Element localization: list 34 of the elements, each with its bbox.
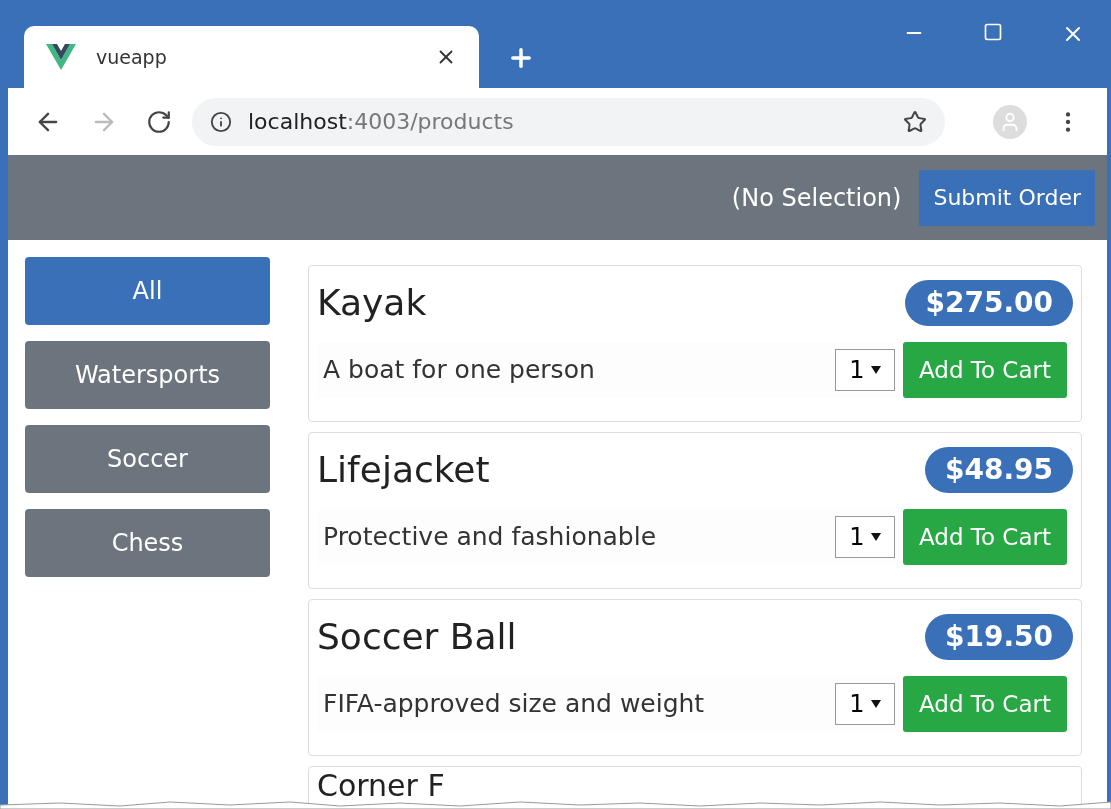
- url-text: localhost:4003/products: [248, 108, 515, 136]
- caret-icon: [870, 366, 881, 374]
- category-button[interactable]: All: [25, 257, 270, 325]
- price-badge: $19.50: [924, 614, 1073, 660]
- category-button[interactable]: Watersports: [25, 341, 270, 409]
- product-name: Kayak: [317, 281, 427, 325]
- quantity-select[interactable]: 1: [835, 683, 895, 725]
- category-button[interactable]: Soccer: [25, 425, 270, 493]
- reload-icon[interactable]: [146, 108, 172, 135]
- product-name: Soccer Ball: [317, 615, 517, 659]
- info-icon: [210, 110, 232, 133]
- add-to-cart-button[interactable]: Add To Cart: [903, 342, 1067, 398]
- add-to-cart-button[interactable]: Add To Cart: [903, 509, 1067, 565]
- browser-tab[interactable]: vueapp: [24, 26, 479, 88]
- address-bar[interactable]: localhost:4003/products: [192, 97, 945, 146]
- v-logo-icon: [46, 44, 76, 70]
- submit-order-button[interactable]: Submit Order: [919, 169, 1095, 226]
- product-description: A boat for one person: [323, 354, 596, 387]
- price-badge: $275.00: [905, 280, 1073, 326]
- add-to-cart-button[interactable]: Add To Cart: [903, 676, 1067, 732]
- caret-icon: [870, 533, 881, 541]
- caret-icon: [870, 700, 881, 708]
- bookmark-star-icon[interactable]: [903, 109, 927, 134]
- product-description: Protective and fashionable: [323, 521, 658, 554]
- product-description: FIFA-approved size and weight: [323, 688, 706, 721]
- price-badge: $48.95: [924, 447, 1073, 493]
- quantity-select[interactable]: 1: [835, 516, 895, 558]
- maximize-icon[interactable]: [983, 22, 1003, 42]
- quantity-select[interactable]: 1: [835, 349, 895, 391]
- tab-title: vueapp: [96, 44, 168, 70]
- product-name: Lifejacket: [317, 448, 490, 492]
- selection-text: (No Selection): [731, 182, 902, 214]
- category-button[interactable]: Chess: [25, 509, 270, 577]
- product-name: Corner F: [317, 768, 445, 803]
